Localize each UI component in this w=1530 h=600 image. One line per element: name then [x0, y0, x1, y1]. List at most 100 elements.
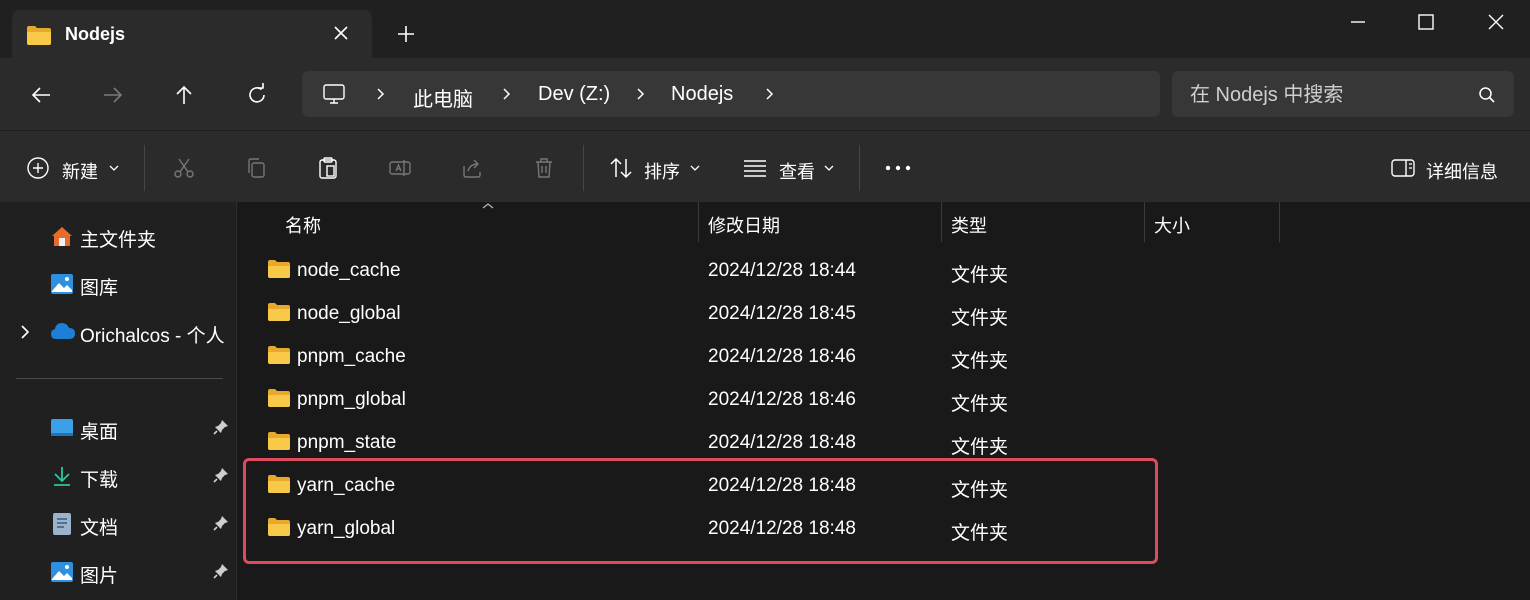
sidebar-item-pictures[interactable]: 图片	[0, 552, 236, 592]
file-name: pnpm_state	[297, 432, 397, 453]
pin-icon[interactable]	[212, 514, 230, 532]
pin-icon[interactable]	[212, 418, 230, 436]
toolbar-divider	[859, 145, 860, 191]
copy-icon[interactable]	[244, 155, 268, 181]
file-date: 2024/12/28 18:48	[708, 518, 856, 539]
search-icon[interactable]	[1478, 86, 1496, 104]
file-type: 文件夹	[951, 523, 1009, 544]
table-row[interactable]: pnpm_state 2024/12/28 18:48 文件夹	[237, 421, 1530, 464]
file-date: 2024/12/28 18:46	[708, 389, 856, 410]
chevron-right-icon[interactable]	[372, 86, 388, 102]
file-date: 2024/12/28 18:46	[708, 346, 856, 367]
folder-icon	[268, 432, 290, 450]
rename-icon[interactable]	[388, 155, 412, 181]
delete-icon[interactable]	[532, 155, 556, 181]
sidebar-item-onedrive[interactable]: Orichalcos - 个人	[0, 312, 236, 352]
computer-icon	[323, 84, 345, 104]
close-icon[interactable]	[330, 22, 352, 44]
file-type: 文件夹	[951, 308, 1009, 329]
forward-arrow-icon[interactable]	[100, 82, 126, 108]
more-options-icon[interactable]	[884, 155, 912, 181]
add-icon[interactable]	[394, 22, 418, 46]
paste-icon[interactable]	[316, 155, 340, 181]
search-input[interactable]	[1188, 71, 1472, 119]
new-label: 新建	[62, 162, 98, 182]
home-icon	[52, 227, 72, 246]
file-date: 2024/12/28 18:48	[708, 475, 856, 496]
file-type: 文件夹	[951, 480, 1009, 501]
title-bar: Nodejs	[0, 0, 1530, 58]
column-header-date[interactable]: 修改日期	[708, 212, 780, 238]
folder-icon	[268, 389, 290, 407]
column-divider[interactable]	[1279, 202, 1280, 242]
file-name: pnpm_cache	[297, 346, 406, 367]
file-type: 文件夹	[951, 351, 1009, 372]
column-divider[interactable]	[941, 202, 942, 242]
file-name: yarn_cache	[297, 475, 396, 496]
close-window-icon[interactable]	[1484, 10, 1508, 34]
table-row[interactable]: node_global 2024/12/28 18:45 文件夹	[237, 292, 1530, 335]
file-name: pnpm_global	[297, 389, 406, 410]
sidebar-item-label: 文档	[80, 518, 119, 539]
navigation-pane: 主文件夹 图库 Orichalcos - 个人 桌面 下载 文档 图片	[0, 202, 237, 600]
table-row[interactable]: pnpm_cache 2024/12/28 18:46 文件夹	[237, 335, 1530, 378]
pin-icon[interactable]	[212, 562, 230, 580]
sidebar-item-gallery[interactable]: 图库	[0, 264, 236, 304]
tab-nodejs[interactable]: Nodejs	[12, 10, 372, 58]
search-box	[1172, 71, 1514, 119]
maximize-icon[interactable]	[1414, 10, 1438, 34]
view-label: 查看	[779, 162, 815, 182]
file-name: node_global	[297, 303, 401, 324]
column-divider[interactable]	[1144, 202, 1145, 242]
chevron-right-icon[interactable]	[18, 324, 32, 340]
file-name: node_cache	[297, 260, 401, 281]
command-bar: 新建 排序 查看 详细信息	[0, 130, 1530, 203]
chevron-right-icon[interactable]	[498, 86, 514, 102]
table-row[interactable]: yarn_cache 2024/12/28 18:48 文件夹	[237, 464, 1530, 507]
sidebar-item-downloads[interactable]: 下载	[0, 456, 236, 496]
refresh-icon[interactable]	[244, 82, 270, 108]
add-circle-icon	[27, 157, 49, 179]
folder-icon	[268, 346, 290, 364]
column-divider[interactable]	[698, 202, 699, 242]
table-row[interactable]: yarn_global 2024/12/28 18:48 文件夹	[237, 507, 1530, 550]
chevron-right-icon[interactable]	[632, 86, 648, 102]
tab-title: Nodejs	[65, 24, 126, 44]
gallery-icon	[51, 274, 73, 294]
sidebar-item-home[interactable]: 主文件夹	[0, 216, 236, 256]
share-icon[interactable]	[460, 155, 484, 181]
sort-icon	[610, 157, 632, 179]
sidebar-item-label: 下载	[80, 470, 119, 491]
breadcrumb-nodejs[interactable]: Nodejs	[671, 83, 733, 106]
chevron-right-icon[interactable]	[761, 86, 777, 102]
onedrive-cloud-icon	[51, 323, 75, 339]
address-bar[interactable]: 此电脑 Dev (Z:) Nodejs	[302, 71, 1160, 117]
back-arrow-icon[interactable]	[28, 82, 54, 108]
column-header-type[interactable]: 类型	[951, 212, 987, 238]
table-row[interactable]: pnpm_global 2024/12/28 18:46 文件夹	[237, 378, 1530, 421]
cut-icon[interactable]	[172, 155, 196, 181]
folder-icon	[268, 303, 290, 321]
column-header-size[interactable]: 大小	[1154, 212, 1190, 238]
chevron-down-icon	[824, 165, 834, 171]
table-row[interactable]: node_cache 2024/12/28 18:44 文件夹	[237, 249, 1530, 292]
sidebar-item-documents[interactable]: 文档	[0, 504, 236, 544]
folder-icon	[268, 475, 290, 493]
file-date: 2024/12/28 18:48	[708, 432, 856, 453]
chevron-down-icon	[690, 165, 700, 171]
minimize-icon[interactable]	[1346, 10, 1370, 34]
sort-ascending-icon	[482, 203, 494, 209]
breadcrumb-dev-drive[interactable]: Dev (Z:)	[538, 83, 610, 106]
desktop-icon	[51, 419, 73, 436]
sidebar-item-label: 主文件夹	[80, 230, 157, 251]
sidebar-item-label: 图库	[80, 278, 119, 299]
up-arrow-icon[interactable]	[171, 82, 197, 108]
sidebar-item-desktop[interactable]: 桌面	[0, 408, 236, 448]
file-list: 名称 修改日期 类型 大小 node_cache 2024/12/28 18:4…	[237, 202, 1530, 600]
file-type: 文件夹	[951, 265, 1009, 286]
breadcrumb-this-pc[interactable]: 此电脑	[413, 83, 473, 112]
file-date: 2024/12/28 18:44	[708, 260, 856, 281]
column-header-name[interactable]: 名称	[285, 212, 321, 238]
pin-icon[interactable]	[212, 466, 230, 484]
view-lines-icon	[744, 160, 766, 177]
